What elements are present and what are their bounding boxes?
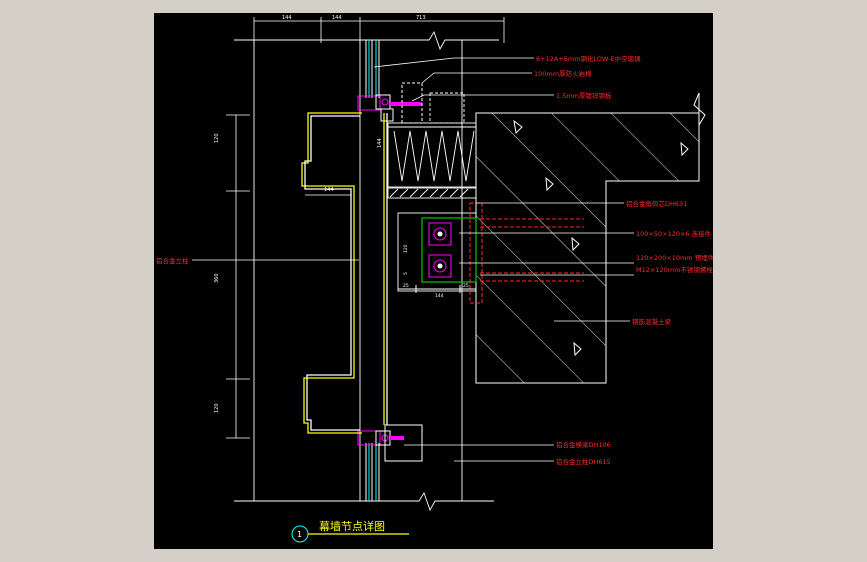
callout-fire-insulation: 100mm厚防火岩棉 (534, 69, 592, 78)
bracket-side-dim-1: 120 (403, 244, 409, 253)
bracket-side-dim-2: 5 (403, 272, 409, 275)
glass-lower (365, 443, 380, 501)
callout-transom: 铝合金横梁DH106 (556, 440, 611, 449)
callout-steel-plate: 1.5mm厚镀锌钢板 (556, 91, 612, 100)
glass-upper (365, 40, 380, 98)
bracket-dim-3: 25 (463, 283, 469, 289)
top-dim-1: 144 (282, 15, 292, 21)
callout-connector: 100×50×120×6 连接件 (636, 229, 712, 238)
callout-embedded-plate: 120×200×10mm 预埋件 (636, 253, 713, 262)
mullion-profile (301, 112, 388, 434)
title-symbol: 1 (297, 530, 302, 539)
callout-mullion-bottom: 铝合金立柱DH615 (556, 457, 611, 466)
title-block: 1 幕墙节点详图 (291, 519, 409, 543)
callout-bolt: M12×120mm不锈钢螺栓 (636, 265, 713, 274)
left-dim-2: 144 (377, 138, 383, 148)
left-dim-1: 120 (214, 133, 220, 143)
upper-transom (357, 82, 423, 124)
cad-drawing-canvas[interactable]: 144 144 713 144 120 144 360 120 25 144 2… (154, 13, 715, 549)
bottom-break-line (234, 491, 494, 512)
curtain-wall-detail-drawing: 144 144 713 144 120 144 360 120 25 144 2… (156, 15, 715, 543)
top-dim-3: 713 (416, 15, 426, 21)
concrete-beam (475, 92, 706, 384)
top-dim-2: 144 (332, 15, 342, 21)
inner-dim-upper: 144 (324, 187, 334, 193)
bracket-dim-1: 25 (403, 283, 409, 289)
fire-insulation (387, 92, 477, 199)
callout-glass: 6+12A+6mm钢化LOW-E中空玻璃 (536, 54, 641, 63)
bracket-dim-2: 144 (435, 293, 444, 299)
title-main: 幕墙节点详图 (319, 519, 385, 533)
left-dim-3: 360 (214, 273, 220, 283)
lower-transom (357, 424, 423, 462)
callout-mullion-left: 铝合金立柱 (156, 256, 189, 265)
callout-concrete-beam: 钢筋混凝土梁 (632, 317, 672, 326)
callout-corner-core: 铝合金角码芯DH631 (626, 199, 687, 208)
left-dim-4: 120 (214, 403, 220, 413)
left-dimension (226, 114, 250, 439)
